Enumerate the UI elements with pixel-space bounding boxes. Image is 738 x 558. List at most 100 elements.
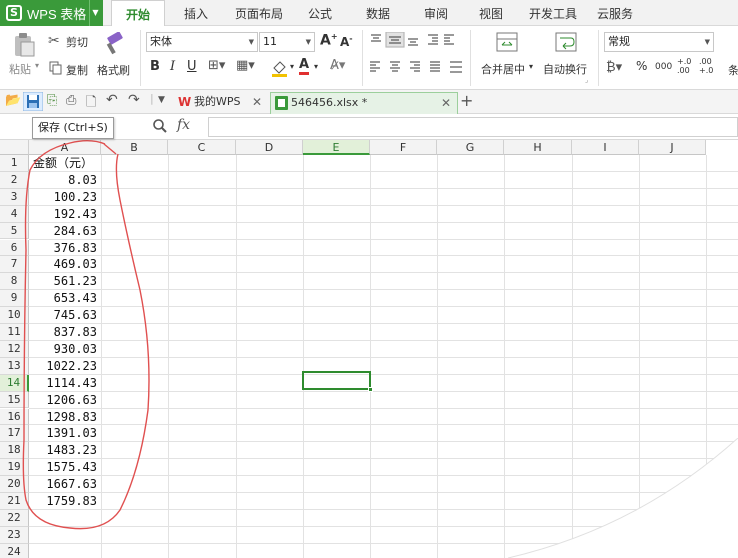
row-header-10[interactable]: 10 bbox=[0, 307, 29, 324]
row-header-16[interactable]: 16 bbox=[0, 408, 29, 426]
redo-icon[interactable]: ↷ bbox=[128, 92, 140, 108]
conditional-format-button[interactable]: 条 bbox=[728, 62, 738, 78]
row-header-3[interactable]: 3 bbox=[0, 188, 29, 206]
format-painter-button[interactable]: 格式刷 bbox=[97, 62, 130, 78]
table-cell[interactable]: 8.03 bbox=[30, 172, 100, 189]
row-header-17[interactable]: 17 bbox=[0, 425, 29, 443]
fill-color-icon[interactable] bbox=[270, 58, 290, 78]
row-header-13[interactable]: 13 bbox=[0, 357, 29, 375]
auto-wrap-icon[interactable] bbox=[555, 32, 577, 52]
format-painter-icon[interactable] bbox=[103, 32, 125, 56]
save-icon[interactable] bbox=[23, 92, 43, 111]
menu-tab-4[interactable]: 公式 bbox=[300, 0, 340, 26]
menu-tab-2[interactable]: 插入 bbox=[173, 0, 219, 26]
print-preview-icon[interactable]: 🗋 bbox=[86, 93, 96, 115]
select-all-corner[interactable] bbox=[0, 140, 29, 155]
table-cell[interactable]: 1114.43 bbox=[30, 375, 100, 392]
font-name-select[interactable]: 宋体 ▼ bbox=[146, 32, 258, 52]
bold-icon[interactable]: B bbox=[150, 59, 160, 74]
chevron-down-icon[interactable]: ▾ bbox=[290, 62, 294, 71]
spreadsheet-grid[interactable]: A B C D E F G H I J 1 2 3 4 5 6 7 8 9 10 11 12 13 14 15 16 17 18 19 2… bbox=[0, 140, 738, 558]
row-header-19[interactable]: 19 bbox=[0, 459, 29, 477]
cell-style-icon[interactable]: ▦▾ bbox=[236, 58, 255, 73]
row-header-5[interactable]: 5 bbox=[0, 222, 29, 240]
number-format-select[interactable]: 常规 ▼ bbox=[604, 32, 714, 52]
cell-a1-header[interactable]: 金额（元） bbox=[30, 155, 100, 172]
row-header-4[interactable]: 4 bbox=[0, 205, 29, 223]
formula-input[interactable] bbox=[208, 117, 738, 137]
row-header-9[interactable]: 9 bbox=[0, 290, 29, 308]
row-header-14[interactable]: 14 bbox=[0, 374, 29, 392]
copy-button[interactable]: 复制 bbox=[66, 62, 88, 78]
column-header-e[interactable]: E bbox=[303, 140, 370, 155]
column-header-g[interactable]: G bbox=[437, 140, 504, 155]
table-cell[interactable]: 100.23 bbox=[30, 189, 100, 206]
new-tab-icon[interactable]: + bbox=[460, 91, 473, 110]
zoom-search-icon[interactable] bbox=[152, 118, 168, 134]
active-cell-cursor[interactable] bbox=[302, 371, 373, 392]
border-icon[interactable]: ⊞▾ bbox=[208, 58, 225, 73]
table-cell[interactable]: 469.03 bbox=[30, 256, 100, 273]
row-header-8[interactable]: 8 bbox=[0, 273, 29, 291]
open-folder-icon[interactable]: 📂 bbox=[5, 93, 21, 108]
column-header-j[interactable]: J bbox=[639, 140, 706, 155]
clear-format-icon[interactable]: A̷▾ bbox=[330, 58, 345, 73]
app-menu-dropdown-icon[interactable]: ▼ bbox=[89, 0, 101, 26]
row-header-12[interactable]: 12 bbox=[0, 340, 29, 358]
row-header-24[interactable]: 24 bbox=[0, 543, 29, 558]
doc-tab-my-wps[interactable]: W 我的WPS ✕ bbox=[174, 92, 268, 114]
fx-icon[interactable]: fx bbox=[177, 117, 190, 133]
column-header-i[interactable]: I bbox=[572, 140, 639, 155]
table-cell[interactable]: 376.83 bbox=[30, 240, 100, 257]
table-cell[interactable]: 1759.83 bbox=[30, 493, 100, 510]
row-header-7[interactable]: 7 bbox=[0, 256, 29, 274]
close-icon[interactable]: ✕ bbox=[252, 92, 262, 112]
paste-dropdown-icon[interactable]: ▾ bbox=[35, 61, 39, 70]
row-header-1[interactable]: 1 bbox=[0, 155, 29, 172]
table-cell[interactable]: 653.43 bbox=[30, 290, 100, 307]
app-menu-button[interactable]: S WPS 表格 ▼ bbox=[0, 0, 103, 26]
row-header-15[interactable]: 15 bbox=[0, 391, 29, 409]
column-header-h[interactable]: H bbox=[504, 140, 572, 155]
menu-tab-5[interactable]: 数据 bbox=[357, 0, 399, 26]
vertical-align-icons[interactable] bbox=[368, 32, 454, 48]
table-cell[interactable]: 1667.63 bbox=[30, 476, 100, 493]
table-cell[interactable]: 192.43 bbox=[30, 206, 100, 223]
table-cell[interactable]: 1483.23 bbox=[30, 442, 100, 459]
chevron-down-icon[interactable]: ▾ bbox=[314, 62, 318, 71]
row-header-2[interactable]: 2 bbox=[0, 171, 29, 189]
table-cell[interactable]: 561.23 bbox=[30, 273, 100, 290]
row-header-23[interactable]: 23 bbox=[0, 526, 29, 544]
font-color-icon[interactable]: A bbox=[299, 57, 310, 75]
italic-icon[interactable]: I bbox=[170, 59, 175, 74]
dialog-launcher-icon[interactable]: ⌟ bbox=[585, 76, 588, 84]
cut-button[interactable]: 剪切 bbox=[66, 34, 88, 50]
column-header-b[interactable]: B bbox=[101, 140, 168, 155]
table-cell[interactable]: 930.03 bbox=[30, 341, 100, 358]
menu-tab-8[interactable]: 开发工具 bbox=[523, 0, 583, 26]
undo-icon[interactable]: ↶ bbox=[106, 92, 118, 108]
decrease-decimal-button[interactable]: .00 +.0 bbox=[699, 57, 715, 75]
table-cell[interactable]: 1391.03 bbox=[30, 425, 100, 442]
row-header-11[interactable]: 11 bbox=[0, 324, 29, 341]
customize-toolbar-icon[interactable]: ▼ bbox=[158, 95, 165, 105]
close-icon[interactable]: ✕ bbox=[441, 93, 451, 113]
percent-button[interactable]: % bbox=[636, 59, 647, 73]
menu-tab-1[interactable]: 开始 bbox=[111, 0, 165, 27]
comma-style-button[interactable]: 000 bbox=[655, 62, 672, 72]
menu-tab-9[interactable]: 云服务 bbox=[592, 0, 638, 26]
menu-tab-6[interactable]: 审阅 bbox=[415, 0, 457, 26]
fill-handle[interactable] bbox=[368, 387, 373, 392]
column-header-a[interactable]: A bbox=[29, 140, 101, 155]
currency-icon[interactable]: ₿▾ bbox=[606, 59, 622, 75]
column-header-c[interactable]: C bbox=[168, 140, 236, 155]
row-header-21[interactable]: 21 bbox=[0, 493, 29, 510]
horizontal-align-icons[interactable] bbox=[368, 60, 464, 74]
menu-tab-3[interactable]: 页面布局 bbox=[226, 0, 292, 26]
decrease-font-icon[interactable]: A- bbox=[340, 34, 353, 49]
increase-decimal-button[interactable]: +.0 .00 bbox=[677, 57, 693, 75]
table-cell[interactable]: 745.63 bbox=[30, 307, 100, 324]
table-cell[interactable]: 1206.63 bbox=[30, 392, 100, 409]
scissors-icon[interactable]: ✂ bbox=[48, 33, 60, 49]
increase-font-icon[interactable]: A+ bbox=[320, 32, 338, 49]
